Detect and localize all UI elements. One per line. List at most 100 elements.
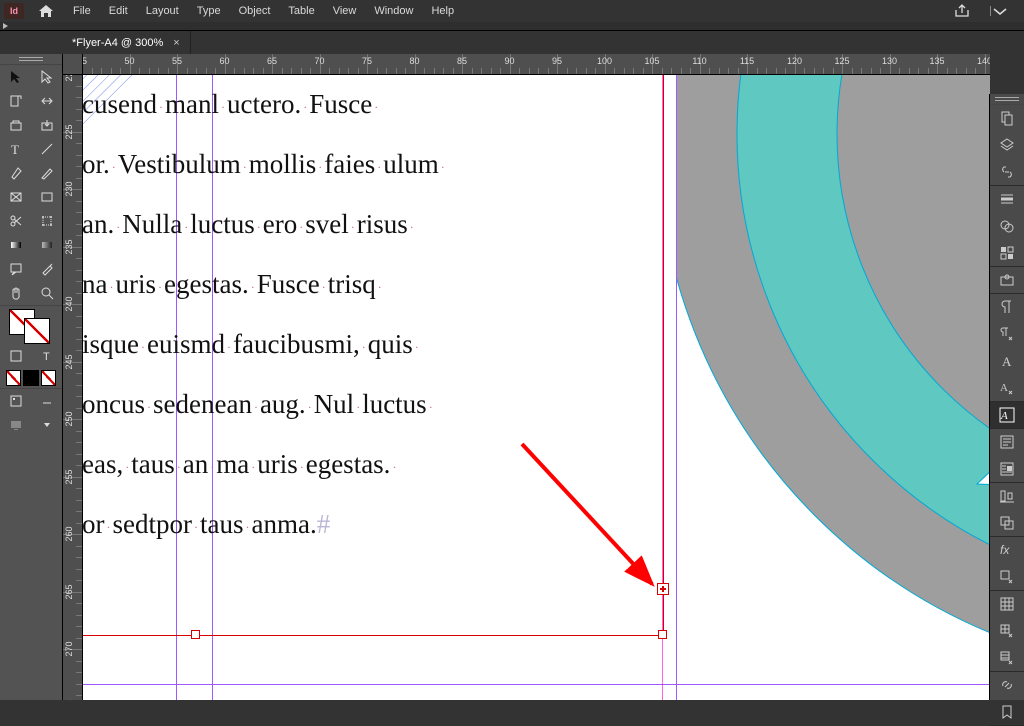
eyedropper-tool[interactable] [31,257,62,281]
annotation-arrow-icon [512,434,732,614]
formatting-text-icon[interactable]: T [31,344,62,368]
toolbox-collapse-icon[interactable] [0,54,62,65]
ruler-origin[interactable] [62,54,83,75]
hand-tool[interactable] [0,281,31,305]
hyperlinks-panel-icon[interactable] [998,676,1016,694]
glyphs-panel-icon[interactable]: A [998,406,1016,424]
menu-layout[interactable]: Layout [137,2,188,20]
right-panel-dock: A A A fx [989,94,1024,700]
screen-mode-icon[interactable] [0,413,31,437]
bookmarks-panel-icon[interactable] [998,703,1016,721]
screen-mode-menu-icon[interactable] [31,413,62,437]
rectangle-tool[interactable] [31,185,62,209]
character-panel-icon[interactable]: A [998,352,1016,370]
character-styles-panel-icon[interactable]: A [998,379,1016,397]
tool-panel: T T [0,54,63,700]
workspace-switcher[interactable] [990,5,1010,17]
note-tool[interactable] [0,257,31,281]
text-line: oncus·sedenean·aug.·Nul·luctus· [82,374,435,437]
story-panel-icon[interactable] [998,433,1016,451]
formatting-container-icon[interactable] [0,344,31,368]
links-panel-icon[interactable] [998,163,1016,181]
line-tool[interactable] [31,137,62,161]
layers-panel-icon[interactable] [998,136,1016,154]
text-line: or.·Vestibulum·mollis·faies·ulum· [82,134,447,197]
cc-libraries-panel-icon[interactable] [998,271,1016,289]
menu-file[interactable]: File [64,2,100,20]
gap-tool[interactable] [31,89,62,113]
object-styles-panel-icon[interactable] [998,568,1016,586]
text-line: an.·Nulla·luctus·ero·svel·risus· [82,194,416,257]
svg-text:A: A [1002,354,1012,369]
align-panel-icon[interactable] [998,487,1016,505]
type-tool[interactable]: T [0,137,31,161]
gradient-feather-tool[interactable] [31,233,62,257]
svg-text:T: T [43,351,50,363]
text-line: isque·euismd·faucibusmi,·quis· [82,314,421,377]
home-icon[interactable] [38,4,54,18]
menu-help[interactable]: Help [422,2,463,20]
pasteboard[interactable]: cusend·manl·uctero.·Fusce·or.·Vestibulum… [82,74,990,700]
scissors-tool[interactable] [0,209,31,233]
paragraph-styles-panel-icon[interactable] [998,325,1016,343]
text-wrap-panel-icon[interactable] [998,460,1016,478]
stroke-panel-icon[interactable] [998,190,1016,208]
view-mode-normal[interactable] [0,389,31,413]
paragraph-panel-icon[interactable] [998,298,1016,316]
direct-selection-tool[interactable] [31,65,62,89]
svg-text:A: A [1000,382,1008,394]
svg-text:A: A [1000,410,1008,422]
pencil-tool[interactable] [31,161,62,185]
text-line: eas,·taus·an·ma·uris·egestas.· [82,434,398,497]
color-panel-icon[interactable] [998,217,1016,235]
frame-handle[interactable] [658,630,667,639]
view-mode-menu-icon[interactable] [31,389,62,413]
svg-text:fx: fx [1000,543,1010,557]
content-placer-tool[interactable] [31,113,62,137]
pen-tool[interactable] [0,161,31,185]
menu-object[interactable]: Object [230,2,280,20]
document-tab-label: *Flyer-A4 @ 300% [72,37,163,49]
menu-table[interactable]: Table [279,2,323,20]
close-tab-icon[interactable]: × [173,37,179,49]
text-line: or·sedtpor·taus·anma.# [82,494,330,557]
pages-panel-icon[interactable] [998,109,1016,127]
page-tool[interactable] [0,89,31,113]
default-swatches[interactable] [0,368,62,388]
content-collector-tool[interactable] [0,113,31,137]
document-tab[interactable]: *Flyer-A4 @ 300% × [62,31,191,55]
horizontal-ruler[interactable]: 4550556065707580859095100105110115120125… [82,54,990,75]
free-transform-tool[interactable] [31,209,62,233]
page[interactable]: cusend·manl·uctero.·Fusce·or.·Vestibulum… [82,74,990,700]
text-line: na·uris·egestas.·Fusce·trisq· [82,254,384,317]
menu-type[interactable]: Type [188,2,230,20]
frame-handle[interactable] [191,630,200,639]
effects-panel-icon[interactable]: fx [998,541,1016,559]
zoom-tool[interactable] [31,281,62,305]
svg-text:T: T [11,142,19,156]
menu-edit[interactable]: Edit [100,2,137,20]
rectangle-frame-tool[interactable] [0,185,31,209]
text-line: cusend·manl·uctero.·Fusce· [82,74,380,137]
selection-tool[interactable] [0,65,31,89]
menu-view[interactable]: View [324,2,366,20]
cell-styles-panel-icon[interactable] [998,622,1016,640]
swatches-panel-icon[interactable] [998,244,1016,262]
dock-collapse-icon[interactable] [990,94,1024,105]
gradient-swatch-tool[interactable] [0,233,31,257]
main-menubar: File Edit Layout Type Object Table View … [64,2,463,20]
table-panel-icon[interactable] [998,595,1016,613]
fill-stroke-swatch[interactable] [0,306,62,344]
control-panel-bar [0,22,1024,31]
app-logo: Id [4,3,24,19]
ruler-guide[interactable] [82,684,990,685]
share-icon[interactable] [954,4,970,18]
document-tabbar: *Flyer-A4 @ 300% × [0,31,1024,55]
pathfinder-panel-icon[interactable] [998,514,1016,532]
menu-window[interactable]: Window [365,2,422,20]
table-styles-panel-icon[interactable] [998,649,1016,667]
end-of-story-marker: # [317,509,331,539]
app-titlebar: Id File Edit Layout Type Object Table Vi… [0,0,1024,22]
document-view: 4550556065707580859095100105110115120125… [62,54,990,700]
vertical-ruler[interactable]: 220225230235240245250255260265270275280 [62,74,83,700]
